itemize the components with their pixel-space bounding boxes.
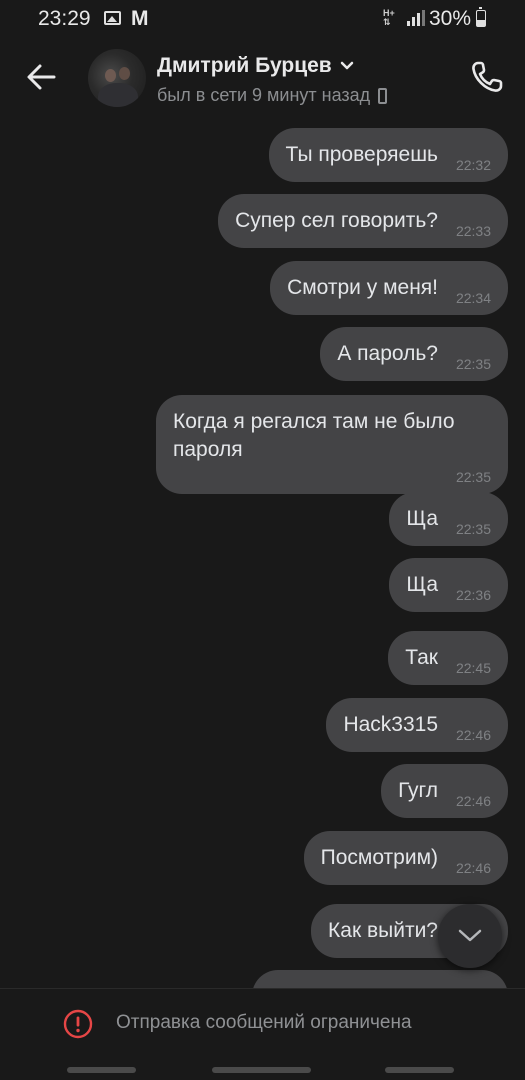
- message-time: 22:46: [455, 727, 491, 743]
- last-seen-text: был в сети 9 минут назад: [157, 85, 371, 105]
- message-time: 22:36: [455, 587, 491, 603]
- message-bubble[interactable]: Смотри у меня! 22:34: [270, 261, 508, 315]
- restriction-text: Отправка сообщений ограничена: [116, 1012, 412, 1033]
- message-time: 22:35: [455, 469, 491, 485]
- scroll-to-bottom-button[interactable]: [438, 904, 502, 968]
- message-text: Как выйти?: [328, 919, 438, 942]
- phone-call-icon[interactable]: [469, 59, 505, 95]
- nav-home-button[interactable]: [212, 1067, 311, 1073]
- gmail-icon: M: [131, 7, 149, 30]
- message-time: 22:33: [455, 223, 491, 239]
- mobile-device-icon: [378, 87, 388, 104]
- avatar[interactable]: [88, 49, 146, 107]
- message-time: 22:46: [455, 860, 491, 876]
- message-text: Так: [405, 646, 438, 669]
- contact-status: был в сети 9 минут назад: [157, 85, 388, 106]
- message-bubble[interactable]: Супер сел говорить? 22:33: [218, 194, 508, 248]
- chevron-down-icon: [458, 929, 482, 942]
- message-bubble[interactable]: Hack3315 22:46: [326, 698, 508, 752]
- battery-percent: 30%: [429, 7, 472, 30]
- message-list[interactable]: Ты проверяешь 22:32 Супер сел говорить? …: [0, 120, 525, 988]
- message-text: Hack3315: [343, 713, 438, 736]
- nav-back-button[interactable]: [385, 1067, 454, 1073]
- message-text: А пароль?: [337, 342, 438, 365]
- contact-title[interactable]: Дмитрий Бурцев: [157, 54, 354, 78]
- message-bubble[interactable]: Ща 22:36: [389, 558, 508, 612]
- message-bubble[interactable]: Ты проверяешь 22:32: [268, 128, 508, 182]
- warning-icon: [63, 1009, 93, 1039]
- network-type-label: H+ ⇅: [383, 8, 395, 27]
- contact-name[interactable]: Дмитрий Бурцев: [157, 54, 332, 78]
- battery-icon: [476, 7, 486, 27]
- message-bubble[interactable]: Так 22:45: [388, 631, 508, 685]
- message-text: Смотри у меня!: [287, 276, 438, 299]
- back-arrow-icon[interactable]: [24, 60, 58, 94]
- message-time: 22:35: [455, 356, 491, 372]
- message-time: 22:45: [455, 660, 491, 676]
- message-bubble[interactable]: Когда я регался там не было пароля 22:35: [156, 395, 508, 494]
- status-time: 23:29: [38, 7, 91, 30]
- message-time: 22:46: [455, 793, 491, 809]
- gallery-icon: [104, 11, 121, 25]
- restriction-banner: Отправка сообщений ограничена: [0, 988, 525, 1060]
- message-bubble[interactable]: Гугл 22:46: [381, 764, 508, 818]
- signal-icon: [407, 10, 425, 26]
- message-text: Ща: [406, 573, 438, 596]
- message-bubble[interactable]: Ща 22:35: [389, 492, 508, 546]
- chat-header: Дмитрий Бурцев был в сети 9 минут назад: [0, 38, 525, 120]
- message-time: 22:34: [455, 290, 491, 306]
- message-text: Посмотрим): [320, 846, 438, 869]
- status-bar: 23:29 M H+ ⇅ 30%: [0, 0, 525, 38]
- message-bubble[interactable]: Посмотрим) 22:46: [303, 831, 508, 885]
- message-bubble[interactable]: [252, 970, 508, 988]
- message-time: 22:32: [455, 157, 491, 173]
- message-text: Супер сел говорить?: [235, 209, 438, 232]
- system-nav-bar: [0, 1060, 525, 1080]
- message-text: Ща: [406, 507, 438, 530]
- message-text: Гугл: [398, 779, 438, 802]
- message-bubble[interactable]: А пароль? 22:35: [320, 327, 508, 381]
- message-text: Ты проверяешь: [285, 143, 438, 166]
- nav-recent-button[interactable]: [67, 1067, 136, 1073]
- message-text: Когда я регался там не было пароля: [173, 410, 455, 461]
- message-time: 22:35: [455, 521, 491, 537]
- chevron-down-icon[interactable]: [340, 61, 354, 71]
